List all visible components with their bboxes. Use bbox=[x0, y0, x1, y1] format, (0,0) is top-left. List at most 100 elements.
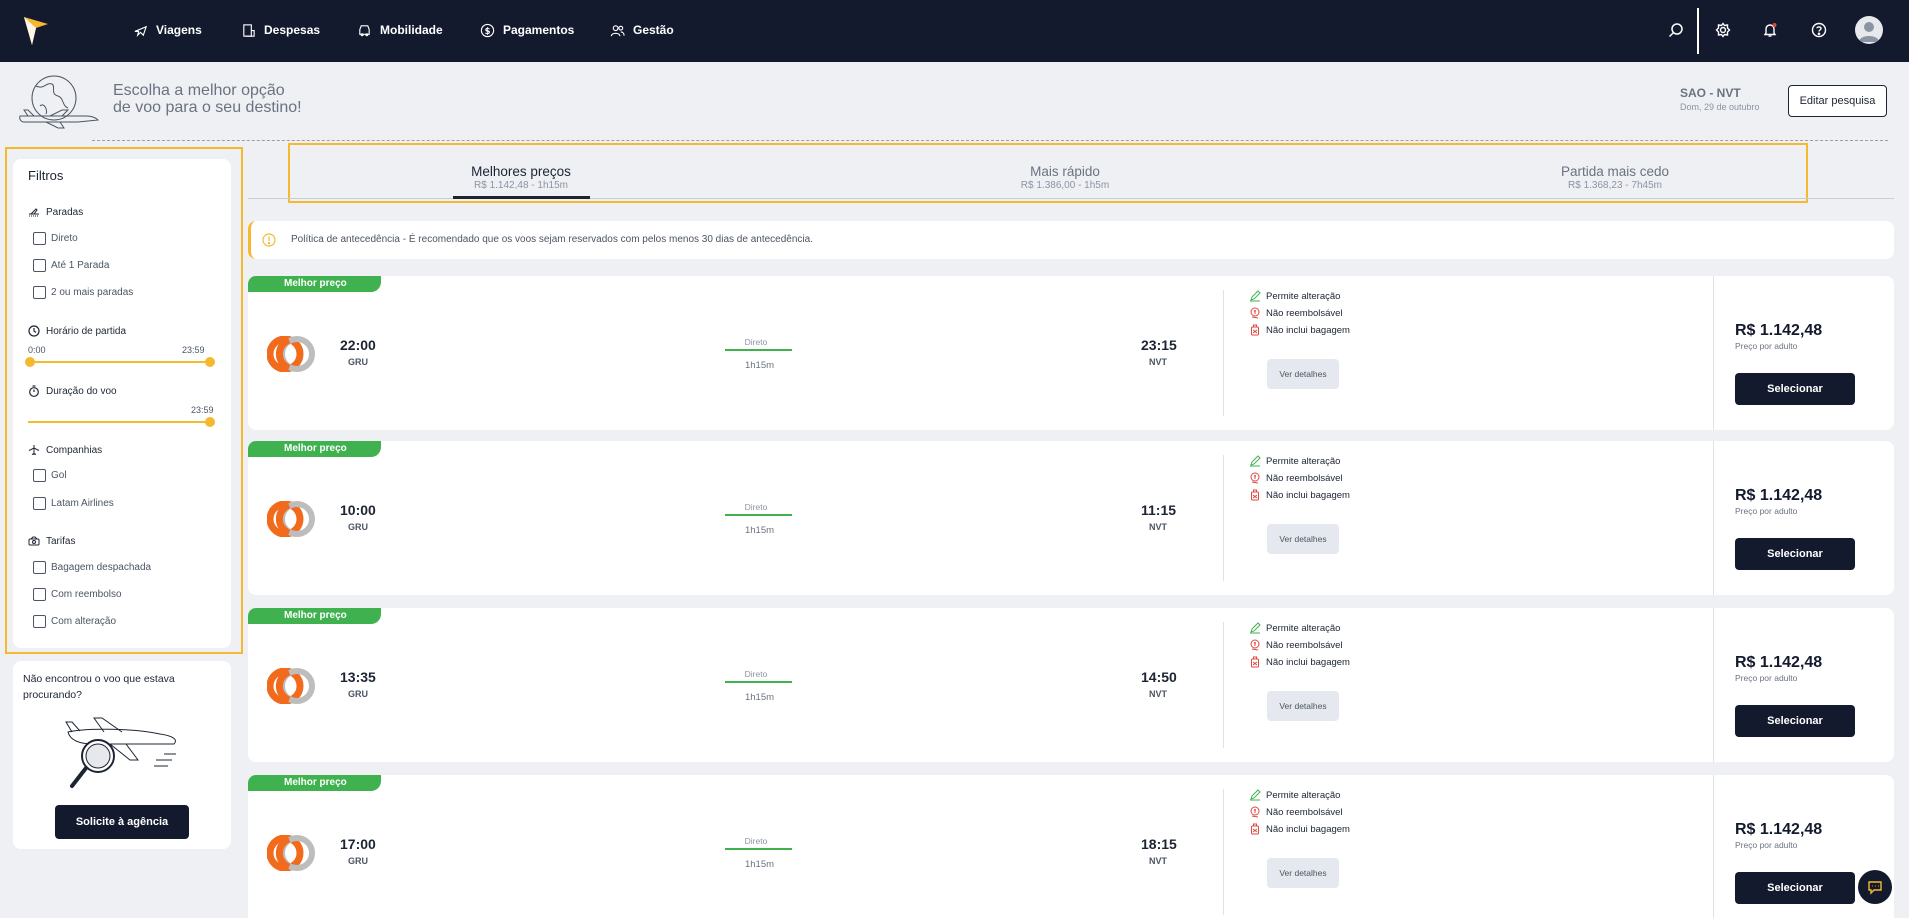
users-icon bbox=[610, 24, 625, 36]
filter-stops-one[interactable]: Até 1 Parada bbox=[33, 259, 109, 272]
card-divider bbox=[1713, 441, 1714, 595]
request-agency-button[interactable]: Solicite à agência bbox=[55, 805, 189, 839]
search-route: SAO - NVT bbox=[1680, 86, 1741, 100]
svg-text:$: $ bbox=[485, 25, 491, 35]
filter-stops-two-plus[interactable]: 2 ou mais paradas bbox=[33, 286, 133, 299]
flight-price: R$ 1.142,48 bbox=[1735, 322, 1823, 339]
condition-baggage-label: Não inclui bagagem bbox=[1266, 823, 1350, 835]
filter-section-departure: Horário de partida bbox=[28, 325, 126, 337]
departure-time: 17:00 bbox=[340, 836, 376, 852]
card-divider bbox=[1713, 775, 1714, 918]
departure-max-handle[interactable] bbox=[205, 357, 215, 367]
nav-mobilidade-label: Mobilidade bbox=[380, 23, 443, 37]
checkbox[interactable] bbox=[33, 615, 46, 628]
filter-airline-latam[interactable]: Latam Airlines bbox=[33, 497, 114, 510]
tab-fastest[interactable]: Mais rápido R$ 1.386,00 - 1h5m bbox=[915, 164, 1215, 191]
departure-min-handle[interactable] bbox=[25, 357, 35, 367]
tab-best-price[interactable]: Melhores preços R$ 1.142,48 - 1h15m bbox=[371, 164, 671, 191]
best-price-badge: Melhor preço bbox=[248, 608, 381, 624]
tab-fastest-label: Mais rápido bbox=[1030, 164, 1100, 179]
nav-despesas[interactable]: Despesas bbox=[241, 19, 320, 41]
checkbox-label: Latam Airlines bbox=[51, 498, 114, 509]
checkbox[interactable] bbox=[33, 497, 46, 510]
filter-fare-refund[interactable]: Com reembolso bbox=[33, 588, 122, 601]
condition-baggage-label: Não inclui bagagem bbox=[1266, 324, 1350, 336]
duration-max-handle[interactable] bbox=[205, 417, 215, 427]
filter-fare-baggage[interactable]: Bagagem despachada bbox=[33, 561, 151, 574]
filter-stops-direct[interactable]: Direto bbox=[33, 232, 78, 245]
nav-viagens[interactable]: Viagens bbox=[133, 19, 202, 41]
baggage-icon bbox=[1251, 324, 1259, 336]
checkbox[interactable] bbox=[33, 588, 46, 601]
view-details-button[interactable]: Ver detalhes bbox=[1267, 858, 1339, 888]
filter-airlines-title: Companhias bbox=[46, 444, 103, 456]
condition-baggage-label: Não inclui bagagem bbox=[1266, 656, 1350, 668]
departure-airport: GRU bbox=[348, 689, 368, 699]
select-flight-button[interactable]: Selecionar bbox=[1735, 373, 1855, 405]
edit-search-button[interactable]: Editar pesquisa bbox=[1788, 85, 1887, 117]
help-button[interactable] bbox=[1807, 18, 1831, 42]
view-details-button[interactable]: Ver detalhes bbox=[1267, 524, 1339, 554]
notifications-button[interactable] bbox=[1758, 18, 1782, 42]
checkbox[interactable] bbox=[33, 232, 46, 245]
no-refund-icon bbox=[1250, 472, 1260, 484]
topbar-divider bbox=[1697, 8, 1699, 54]
checkbox-label: Bagagem despachada bbox=[51, 562, 152, 573]
app-logo[interactable] bbox=[22, 14, 50, 48]
nav-gestao[interactable]: Gestão bbox=[610, 19, 674, 41]
stops-icon bbox=[29, 208, 39, 217]
checkbox[interactable] bbox=[33, 259, 46, 272]
checkbox-label: Gol bbox=[51, 470, 67, 481]
airline-logo bbox=[267, 501, 315, 537]
chat-icon bbox=[1868, 881, 1882, 895]
settings-button[interactable] bbox=[1711, 18, 1735, 42]
checkbox-label: Com alteração bbox=[51, 616, 117, 627]
flight-card: Melhor preço 13:35 GRU Direto 1h15m 14:5… bbox=[248, 608, 1894, 762]
route-line bbox=[725, 681, 792, 683]
view-details-button[interactable]: Ver detalhes bbox=[1267, 691, 1339, 721]
nav-despesas-label: Despesas bbox=[264, 23, 321, 37]
pencil-icon bbox=[1250, 789, 1261, 801]
search-button[interactable] bbox=[1664, 18, 1688, 42]
filter-fare-change[interactable]: Com alteração bbox=[33, 615, 116, 628]
checkbox[interactable] bbox=[33, 469, 46, 482]
flight-card: Melhor preço 22:00 GRU Direto 1h15m 23:1… bbox=[248, 276, 1894, 430]
select-flight-button[interactable]: Selecionar bbox=[1735, 705, 1855, 737]
fare-icon bbox=[28, 536, 40, 546]
help-icon bbox=[1811, 22, 1827, 38]
user-avatar-icon bbox=[1859, 22, 1879, 42]
nav-mobilidade[interactable]: Mobilidade bbox=[357, 19, 443, 41]
card-divider bbox=[1223, 622, 1224, 748]
help-text: Não encontrou o voo que estava procurand… bbox=[23, 673, 175, 701]
condition-refund: Não reembolsável bbox=[1249, 806, 1343, 818]
condition-change: Permite alteração bbox=[1249, 622, 1340, 634]
card-divider bbox=[1713, 608, 1714, 762]
select-flight-button[interactable]: Selecionar bbox=[1735, 538, 1855, 570]
baggage-icon bbox=[1251, 823, 1259, 835]
tab-best-price-label: Melhores preços bbox=[471, 164, 571, 179]
price-per-adult: Preço por adulto bbox=[1735, 673, 1798, 683]
filter-section-fares: Tarifas bbox=[28, 535, 75, 547]
condition-change: Permite alteração bbox=[1249, 455, 1340, 467]
chat-button[interactable] bbox=[1858, 870, 1892, 904]
duration-slider[interactable] bbox=[28, 417, 215, 427]
filter-airline-gol[interactable]: Gol bbox=[33, 469, 67, 482]
nav-gestao-label: Gestão bbox=[633, 23, 674, 37]
view-details-button[interactable]: Ver detalhes bbox=[1267, 359, 1339, 389]
condition-change-label: Permite alteração bbox=[1266, 455, 1341, 467]
departure-time-slider[interactable] bbox=[25, 357, 215, 367]
nav-pagamentos[interactable]: $ Pagamentos bbox=[480, 19, 574, 41]
filter-section-airlines: Companhias bbox=[28, 444, 102, 456]
select-flight-button[interactable]: Selecionar bbox=[1735, 872, 1855, 904]
avatar[interactable] bbox=[1855, 16, 1883, 44]
condition-change: Permite alteração bbox=[1249, 789, 1340, 801]
baggage-icon bbox=[1251, 489, 1259, 501]
stopwatch-icon bbox=[29, 385, 39, 397]
departure-time: 22:00 bbox=[340, 337, 376, 353]
flight-duration: 1h15m bbox=[744, 692, 775, 703]
arrival-time: 14:50 bbox=[1141, 669, 1177, 685]
checkbox[interactable] bbox=[33, 561, 46, 574]
stops-label: Direto bbox=[744, 502, 768, 512]
checkbox[interactable] bbox=[33, 286, 46, 299]
tab-earliest[interactable]: Partida mais cedo R$ 1.368,23 - 7h45m bbox=[1465, 164, 1765, 191]
